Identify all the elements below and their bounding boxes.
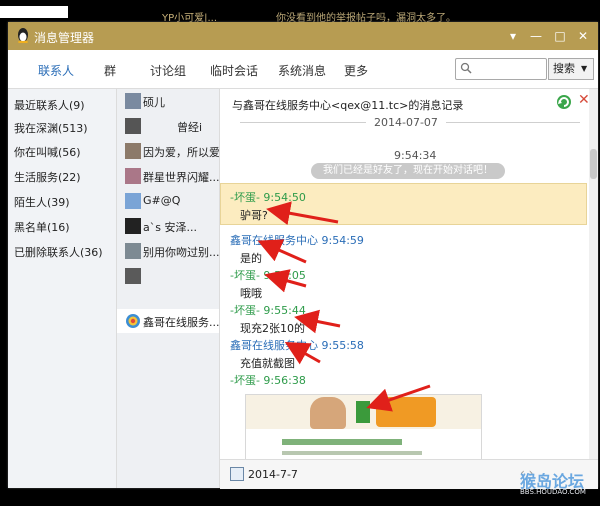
calendar-icon[interactable] [230, 467, 244, 481]
title-bar[interactable]: 消息管理器 ▾ — □ ✕ [8, 22, 598, 50]
category-life-services[interactable]: 生活服务(22) [14, 169, 81, 185]
delete-icon[interactable]: ✕ [578, 92, 590, 108]
category-shouting[interactable]: 你在叫喊(56) [14, 144, 81, 160]
image-label [356, 401, 370, 423]
scrollbar-thumb[interactable] [590, 149, 597, 179]
maximize-button[interactable]: □ [551, 28, 569, 44]
contact-name: a`s 安泽... [143, 221, 197, 234]
message-text: 是的 [240, 252, 262, 265]
contact-list: 硕儿 曾经i 因为爱，所以爱 群星世界闪耀... G#@Q a`s 安泽... … [117, 89, 220, 488]
system-notice: 我们已经是好友了，现在开始对话吧！ [311, 163, 505, 179]
tab-system-messages[interactable]: 系统消息 [278, 62, 326, 79]
contact-item[interactable]: 硕儿 [117, 89, 219, 113]
message-header: -坏蛋- 9:56:38 [230, 374, 306, 387]
contact-item[interactable]: a`s 安泽... [117, 214, 219, 238]
avatar [125, 93, 141, 109]
nav-bar: 联系人 群 讨论组 临时会话 系统消息 更多 搜索 ▼ [8, 50, 598, 89]
category-recent[interactable]: 最近联系人(9) [14, 97, 85, 113]
chevron-down-icon: ▼ [581, 64, 588, 73]
category-strangers[interactable]: 陌生人(39) [14, 194, 70, 210]
category-deleted[interactable]: 已删除联系人(36) [14, 244, 103, 260]
image-person [310, 397, 346, 429]
contact-item-selected[interactable]: 鑫哥在线服务... [117, 309, 219, 333]
tab-more[interactable]: 更多 [344, 62, 368, 79]
tab-temp-sessions[interactable]: 临时会话 [210, 62, 258, 79]
tab-discussions[interactable]: 讨论组 [150, 62, 186, 79]
contact-name: 因为爱，所以爱 [143, 146, 219, 159]
message-text: 充值就截图 [240, 357, 295, 370]
search-input[interactable] [455, 58, 547, 80]
message-header: -坏蛋- 9:55:44 [230, 304, 306, 317]
qq-penguin-icon [18, 28, 28, 43]
avatar [125, 218, 141, 234]
tab-contacts[interactable]: 联系人 [38, 62, 74, 79]
current-date: 2014-7-7 [248, 468, 298, 481]
category-list: 最近联系人(9) 我在深渊(513) 你在叫喊(56) 生活服务(22) 陌生人… [8, 89, 117, 488]
image-ad [376, 397, 436, 427]
message-header: 鑫哥在线服务中心 9:54:59 [230, 234, 364, 247]
window-title: 消息管理器 [34, 31, 95, 45]
avatar [125, 168, 141, 184]
menu-dropdown-button[interactable]: ▾ [504, 28, 522, 44]
message-text: 哦哦 [240, 287, 262, 300]
avatar [125, 268, 141, 284]
avatar [125, 243, 141, 259]
avatar [125, 118, 141, 134]
contact-name: 别用你吻过别... [143, 246, 219, 259]
message-header: -坏蛋- 9:54:50 [230, 191, 306, 204]
date-label: 2014-07-07 [366, 116, 446, 129]
chat-history-panel: 与鑫哥在线服务中心<qex@11.tc>的消息记录 ✕ 2014-07-07 9… [220, 89, 598, 489]
search-button[interactable]: 搜索 ▼ [548, 58, 594, 80]
service-logo-icon [126, 314, 140, 328]
message-text: 驴哥? [240, 209, 268, 222]
watermark-subtext: BBS.HOUDAO.COM [520, 488, 586, 496]
message-manager-window: 消息管理器 ▾ — □ ✕ 联系人 群 讨论组 临时会话 系统消息 更多 搜索 … [8, 22, 598, 489]
tab-groups[interactable]: 群 [104, 62, 116, 79]
contact-name: 群星世界闪耀... [143, 171, 219, 184]
message-header: 鑫哥在线服务中心 9:55:58 [230, 339, 364, 352]
message-text: 现充2张10的 [240, 322, 305, 335]
refresh-icon[interactable] [556, 94, 572, 110]
contact-name: 鑫哥在线服务... [143, 316, 219, 329]
contact-name: 硕儿 [143, 96, 165, 109]
avatar [125, 143, 141, 159]
search-icon [460, 62, 472, 74]
image-text-line [282, 451, 422, 455]
close-button[interactable]: ✕ [574, 28, 592, 44]
contact-item[interactable]: 因为爱，所以爱 [117, 139, 219, 163]
contact-item[interactable]: 群星世界闪耀... [117, 164, 219, 188]
category-blacklist[interactable]: 黑名单(16) [14, 219, 70, 235]
forum-watermark: 猴岛论坛 BBS.HOUDAO.COM [520, 468, 586, 496]
search-button-label: 搜索 [553, 62, 575, 75]
contact-item[interactable]: G#@Q [117, 189, 219, 213]
contact-name: G#@Q [143, 194, 181, 207]
avatar [125, 193, 141, 209]
chat-header: 与鑫哥在线服务中心<qex@11.tc>的消息记录 [232, 99, 464, 112]
category-abyss[interactable]: 我在深渊(513) [14, 120, 88, 136]
scrollbar[interactable] [589, 89, 598, 488]
message-header: -坏蛋- 9:55:05 [230, 269, 306, 282]
image-text-bar [282, 439, 402, 445]
timestamp: 9:54:34 [394, 149, 437, 162]
contact-item[interactable]: 别用你吻过别... [117, 239, 219, 263]
contact-item[interactable] [117, 264, 219, 288]
taskbar-box [0, 6, 68, 18]
minimize-button[interactable]: — [527, 28, 545, 44]
contact-item[interactable]: 曾经i [117, 114, 219, 138]
